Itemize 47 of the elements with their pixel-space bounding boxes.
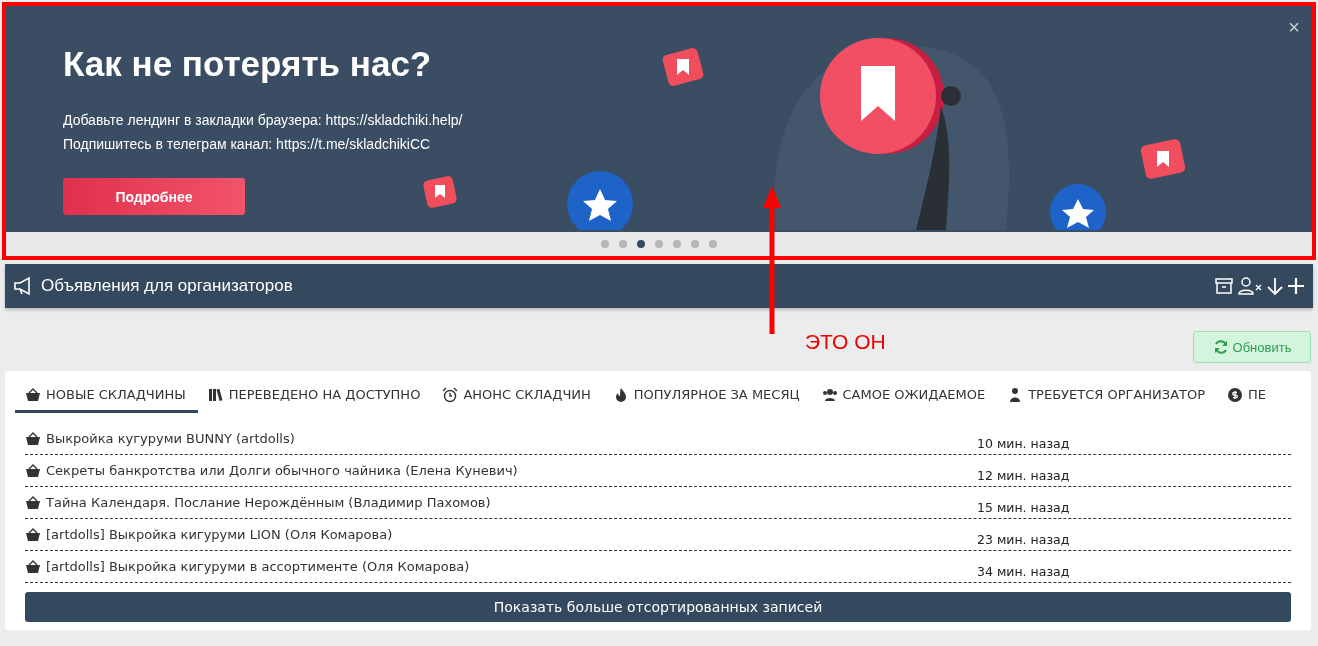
tab[interactable]: ТРЕБУЕТСЯ ОРГАНИЗАТОР xyxy=(997,379,1218,413)
topic-link[interactable]: Тайна Календаря. Послание Нерождённым (Владимир Пахомов) xyxy=(25,494,977,511)
basket-icon xyxy=(25,526,41,543)
time-text: 12 мин. назад xyxy=(977,466,1070,483)
topic-link[interactable]: [artdolls] Выкройка кигуруми в ассортименте (Оля Комарова) xyxy=(25,558,977,575)
carousel-dot[interactable] xyxy=(601,240,609,248)
carousel-dot[interactable] xyxy=(709,240,717,248)
basket-icon xyxy=(25,386,41,403)
time-text: 10 мин. назад xyxy=(977,434,1070,451)
carousel-dot[interactable] xyxy=(691,240,699,248)
basket-icon xyxy=(25,430,41,447)
topic-link[interactable]: Выкройка кугуруми BUNNY (artdolls) xyxy=(25,430,977,447)
arrow-down-icon[interactable] xyxy=(1266,276,1284,296)
users-icon xyxy=(821,386,838,403)
time-text: 23 мин. назад xyxy=(977,530,1070,547)
basket-icon xyxy=(25,462,41,479)
tab[interactable]: ПЕ xyxy=(1217,379,1279,413)
tab[interactable]: САМОЕ ОЖИДАЕМОЕ xyxy=(811,379,998,413)
panel-title: Объявления для организаторов xyxy=(41,276,294,296)
topic-link[interactable]: Секреты банкротства или Долги обычного чайника (Елена Куневич) xyxy=(25,462,977,479)
banner-text: Подпишитесь в телеграм канал: https://t.me/skladchikiCC xyxy=(63,135,432,154)
carousel-dot[interactable] xyxy=(637,240,645,248)
tab[interactable]: НОВЫЕ СКЛАДЧИНЫ xyxy=(15,379,198,413)
banner-text: Добавьте лендинг в закладки браузера: https://skladchiki.help/ xyxy=(63,111,464,130)
basket-icon xyxy=(25,494,41,511)
time-text: 34 мин. назад xyxy=(977,562,1070,579)
banner-title: Как не потерять нас? xyxy=(63,44,433,84)
annotation-text: ЭТО ОН xyxy=(805,330,886,354)
user-remove-icon[interactable] xyxy=(1237,276,1263,296)
dollar-coin-icon xyxy=(1227,386,1244,403)
archive-icon[interactable] xyxy=(1214,277,1234,295)
carousel-dot[interactable] xyxy=(655,240,663,248)
carousel-dot[interactable] xyxy=(619,240,627,248)
time-text: 15 мин. назад xyxy=(977,498,1070,515)
basket-icon xyxy=(25,558,41,575)
tab[interactable]: АНОНС СКЛАДЧИН xyxy=(432,379,603,413)
refresh-icon xyxy=(1212,339,1229,355)
show-more-button[interactable]: Показать больше отсортированных записей xyxy=(25,592,1291,622)
tab[interactable]: ПОПУЛЯРНОЕ ЗА МЕСЯЦ xyxy=(602,379,812,413)
carousel-dot[interactable] xyxy=(673,240,681,248)
topic-link[interactable]: [artdolls] Выкройка кигуруми LION (Оля Комарова) xyxy=(25,526,977,543)
tab[interactable]: ПЕРЕВЕДЕНО НА ДОСТУПНО xyxy=(197,379,433,413)
close-button[interactable]: × xyxy=(1284,16,1304,39)
details-button[interactable]: Подробнее xyxy=(63,178,245,215)
plus-icon[interactable] xyxy=(1287,277,1305,295)
alarm-clock-icon xyxy=(442,386,459,403)
books-icon xyxy=(207,386,224,403)
